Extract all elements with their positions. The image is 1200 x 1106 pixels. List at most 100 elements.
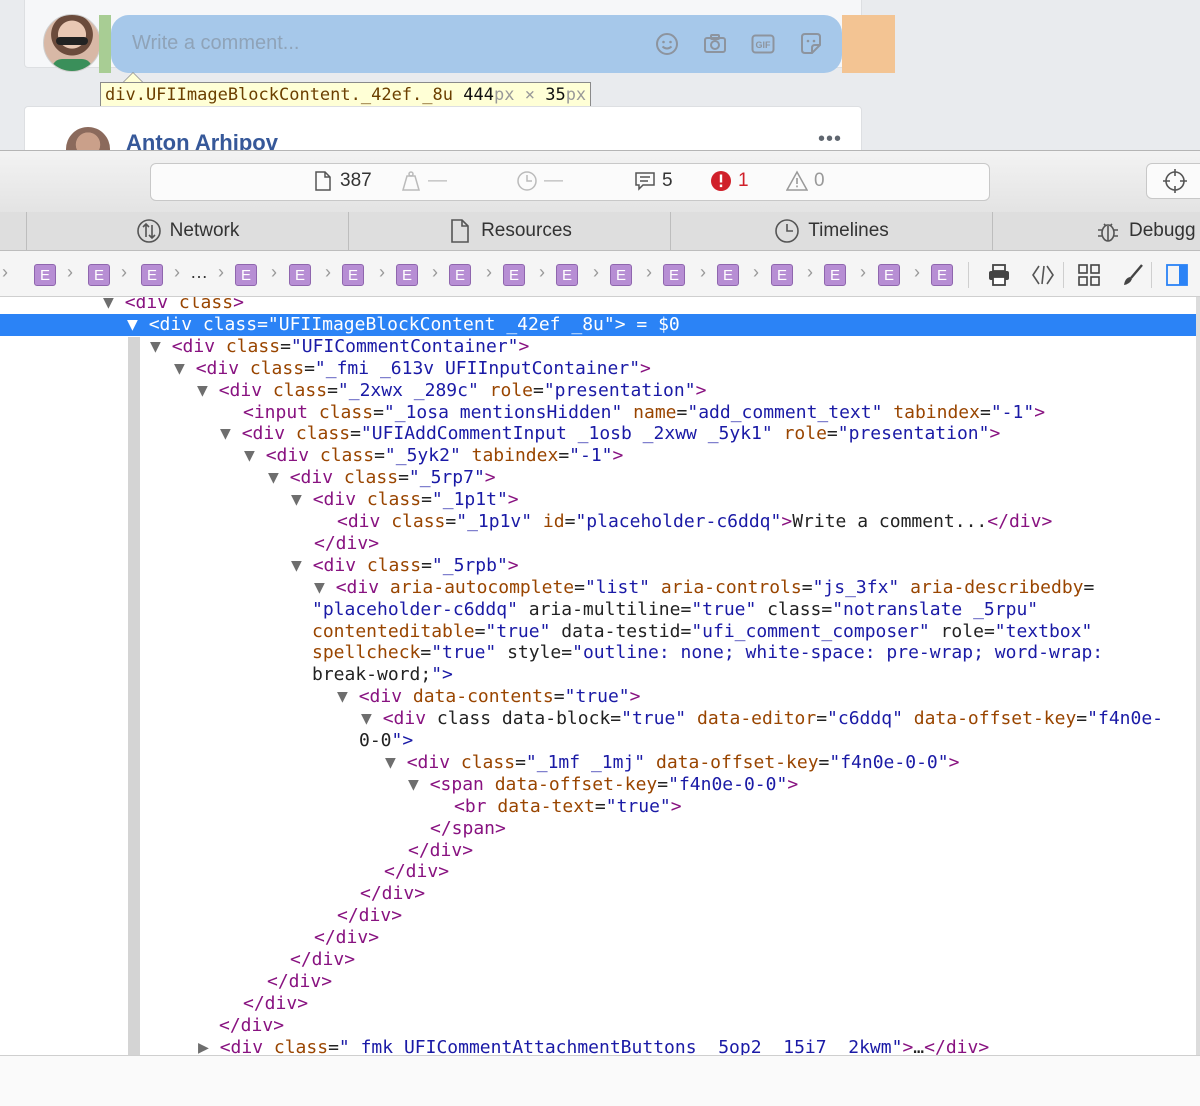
warnings-count-item[interactable]: 0 — [786, 169, 825, 193]
author-name-link[interactable]: Anton Arhipov — [126, 130, 278, 150]
breadcrumb-element[interactable]: E — [663, 264, 685, 286]
dom-node[interactable]: 0-0"> — [359, 730, 413, 752]
sidebar-toggle-icon[interactable] — [1163, 261, 1191, 289]
breadcrumb-element[interactable]: E — [235, 264, 257, 286]
tab-network-label: Network — [169, 220, 240, 241]
dom-node[interactable]: ▼ <div class data-block="true" data-edit… — [361, 708, 1163, 730]
dom-node[interactable]: ▼ <div data-contents="true"> — [337, 686, 640, 708]
dom-node[interactable]: </div> — [219, 1015, 284, 1037]
breadcrumb-element[interactable]: E — [717, 264, 739, 286]
dom-tree[interactable]: ▼ <div class> ▼ <div class="UFIImageBlock… — [0, 297, 1200, 1055]
dom-node[interactable]: ▼ <div class="UFICommentContainer"> — [150, 336, 529, 358]
dom-node[interactable]: ▼ <div class="_2xwx _289c" role="present… — [197, 380, 706, 402]
breadcrumb-element[interactable]: E — [556, 264, 578, 286]
inspector-tab-bar: Network Resources Timelines Debugg — [0, 212, 1200, 251]
chevron-right-icon: › — [860, 262, 866, 282]
tooltip-unit: px — [565, 85, 587, 105]
dom-node[interactable]: ▼ <div aria-autocomplete="list" aria-con… — [314, 577, 1094, 599]
breadcrumb-element[interactable]: E — [771, 264, 793, 286]
breadcrumb-ellipsis[interactable]: … — [190, 262, 208, 283]
breadcrumb-element[interactable]: E — [503, 264, 525, 286]
dom-node[interactable]: </div> — [384, 861, 449, 883]
dom-node[interactable]: ▶ <div class="_fmk UFICommentAttachmentB… — [198, 1037, 989, 1055]
layers-grid-icon[interactable] — [1075, 261, 1103, 289]
load-weight-item[interactable]: — — [400, 169, 447, 193]
dom-node[interactable]: ▼ <div class="_5yk2" tabindex="-1"> — [244, 445, 623, 467]
breadcrumb — [0, 251, 1200, 297]
dom-node[interactable]: </div> — [243, 993, 308, 1015]
tab-network[interactable]: Network — [26, 212, 348, 250]
more-options-button[interactable]: ••• — [818, 128, 842, 150]
dom-node[interactable]: </div> — [314, 927, 379, 949]
resources-count-item[interactable]: 387 — [312, 169, 372, 193]
breadcrumb-element[interactable]: E — [878, 264, 900, 286]
dom-node[interactable]: </div> — [267, 971, 332, 993]
inspect-target-button[interactable] — [1146, 163, 1200, 199]
breadcrumb-element[interactable]: E — [289, 264, 311, 286]
tooltip-selector: div.UFIImageBlockContent._42ef._8u — [105, 85, 453, 105]
print-icon[interactable] — [985, 261, 1013, 289]
emoji-icon[interactable] — [654, 31, 680, 57]
dom-node[interactable]: ▼ <span data-offset-key="f4n0e-0-0"> — [408, 774, 798, 796]
errors-count-item[interactable]: 1 — [710, 169, 749, 193]
warning-icon — [786, 170, 808, 191]
activity-viewer — [150, 163, 990, 201]
dom-node[interactable]: </div> — [314, 533, 379, 555]
tab-resources[interactable]: Resources — [348, 212, 670, 250]
chevron-right-icon: › — [486, 262, 492, 282]
gif-icon[interactable]: GIF — [750, 31, 776, 57]
resources-icon — [451, 219, 469, 243]
console-prompt-bar[interactable] — [0, 1055, 1200, 1106]
tab-elements-partial[interactable] — [0, 212, 26, 250]
breadcrumb-element[interactable]: E — [824, 264, 846, 286]
chevron-right-icon: › — [271, 262, 277, 282]
paint-brush-icon[interactable] — [1119, 261, 1147, 289]
dom-node[interactable]: </div> — [337, 905, 402, 927]
breadcrumb-element[interactable]: E — [342, 264, 364, 286]
dom-node[interactable]: ▼ <div class="_1mf _1mj" data-offset-key… — [385, 752, 959, 774]
dom-node[interactable]: <div class="_1p1v" id="placeholder-c6ddq… — [337, 511, 1052, 533]
tab-debugger[interactable]: Debugg — [992, 212, 1200, 250]
dom-node[interactable]: <input class="_1osa mentionsHidden" name… — [243, 402, 1045, 424]
load-time-item[interactable]: — — [516, 169, 563, 193]
dom-node-selected[interactable]: ▼ <div class="UFIImageBlockContent _42ef… — [0, 313, 1196, 336]
toolbar-divider — [1063, 262, 1064, 288]
scrollbar-track[interactable] — [1196, 297, 1200, 1055]
breadcrumb-element[interactable]: E — [396, 264, 418, 286]
dom-node[interactable]: ▼ <div class> — [103, 297, 244, 314]
dom-node[interactable]: </div> — [290, 949, 355, 971]
breadcrumb-element[interactable]: E — [610, 264, 632, 286]
dom-node[interactable]: ▼ <div class="UFIAddCommentInput _1osb _… — [220, 423, 1000, 445]
camera-icon[interactable] — [702, 31, 728, 57]
dom-node[interactable]: </div> — [408, 840, 473, 862]
source-code-icon[interactable] — [1029, 261, 1057, 289]
dom-node[interactable]: contenteditable="true" data-testid="ufi_… — [312, 621, 1092, 643]
dom-node[interactable]: "placeholder-c6ddq" aria-multiline="true… — [312, 599, 1038, 621]
document-icon — [315, 171, 331, 191]
tab-timelines-label: Timelines — [808, 220, 889, 241]
dom-node[interactable]: </div> — [360, 883, 425, 905]
comment-input[interactable]: Write a comment... — [132, 32, 299, 55]
logs-count-item[interactable]: 5 — [634, 169, 673, 193]
inspect-highlight-margin — [842, 15, 895, 73]
user-avatar[interactable] — [43, 14, 101, 72]
breadcrumb-element[interactable]: E — [931, 264, 953, 286]
web-page-area: Write a comment... GIF div.UFIImageBlock… — [0, 0, 1200, 150]
sticker-icon[interactable] — [798, 31, 824, 57]
tab-timelines[interactable]: Timelines — [670, 212, 992, 250]
breadcrumb-element[interactable]: E — [88, 264, 110, 286]
dom-node[interactable]: spellcheck="true" style="outline: none; … — [312, 642, 1103, 664]
network-icon — [136, 219, 161, 243]
breadcrumb-element[interactable]: E — [449, 264, 471, 286]
dom-node[interactable]: ▼ <div class="_5rp7"> — [268, 467, 496, 489]
dom-node[interactable]: ▼ <div class="_1p1t"> — [291, 489, 519, 511]
resources-count: 387 — [340, 170, 372, 191]
breadcrumb-element[interactable]: E — [141, 264, 163, 286]
dom-node[interactable]: break-word;"> — [312, 664, 453, 686]
dom-node[interactable]: ▼ <div class="_5rpb"> — [291, 555, 519, 577]
avatar-glasses — [56, 37, 88, 45]
dom-node[interactable]: </span> — [430, 818, 506, 840]
dom-node[interactable]: <br data-text="true"> — [454, 796, 682, 818]
dom-node[interactable]: ▼ <div class="_fmi _613v UFIInputContain… — [174, 358, 651, 380]
breadcrumb-element[interactable]: E — [34, 264, 56, 286]
